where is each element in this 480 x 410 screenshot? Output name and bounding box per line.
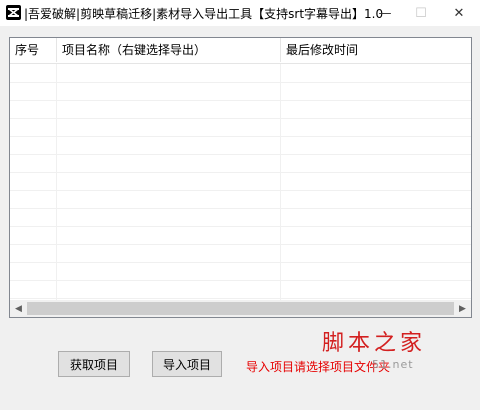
close-button[interactable]: ✕ bbox=[440, 0, 478, 26]
row-gridline bbox=[10, 244, 471, 245]
row-gridline bbox=[10, 262, 471, 263]
minimize-button[interactable]: — bbox=[366, 0, 404, 26]
column-gridline bbox=[56, 64, 57, 300]
row-gridline bbox=[10, 172, 471, 173]
import-hint-text: 导入项目请选择项目文件夹 bbox=[246, 360, 391, 374]
row-gridline bbox=[10, 82, 471, 83]
title-bar: |吾爱破解|剪映草稿迁移|素材导入导出工具【支持srt字幕导出】1.0 — ☐ … bbox=[0, 0, 480, 26]
column-header-project-name[interactable]: 项目名称（右键选择导出） bbox=[57, 38, 280, 63]
project-list[interactable]: 序号 项目名称（右键选择导出） 最后修改时间 ◀ ▶ bbox=[9, 37, 472, 318]
column-header-modified-time[interactable]: 最后修改时间 bbox=[281, 38, 471, 63]
close-icon: ✕ bbox=[453, 5, 465, 21]
maximize-icon: ☐ bbox=[415, 5, 427, 21]
capcut-logo-icon bbox=[6, 5, 21, 20]
row-gridline bbox=[10, 136, 471, 137]
scroll-left-button[interactable]: ◀ bbox=[10, 300, 27, 317]
chevron-right-icon: ▶ bbox=[459, 303, 466, 314]
maximize-button[interactable]: ☐ bbox=[402, 0, 440, 26]
minimize-icon: — bbox=[378, 5, 392, 21]
row-gridline bbox=[10, 280, 471, 281]
column-header-index[interactable]: 序号 bbox=[10, 38, 56, 63]
row-gridline bbox=[10, 100, 471, 101]
scrollbar-thumb[interactable] bbox=[27, 302, 454, 315]
chevron-left-icon: ◀ bbox=[15, 303, 22, 314]
row-gridline bbox=[10, 118, 471, 119]
list-body[interactable] bbox=[10, 64, 471, 300]
import-project-button[interactable]: 导入项目 bbox=[152, 351, 222, 377]
row-gridline bbox=[10, 298, 471, 299]
row-gridline bbox=[10, 226, 471, 227]
watermark-url: 51.net bbox=[372, 358, 414, 371]
scroll-right-button[interactable]: ▶ bbox=[454, 300, 471, 317]
list-header: 序号 项目名称（右键选择导出） 最后修改时间 bbox=[10, 38, 471, 64]
watermark-logo: 脚本之家 bbox=[322, 331, 427, 356]
row-gridline bbox=[10, 154, 471, 155]
horizontal-scrollbar[interactable]: ◀ ▶ bbox=[10, 300, 471, 317]
fetch-projects-button[interactable]: 获取项目 bbox=[58, 351, 130, 377]
window-title: |吾爱破解|剪映草稿迁移|素材导入导出工具【支持srt字幕导出】1.0 bbox=[24, 7, 384, 21]
column-gridline bbox=[280, 64, 281, 300]
row-gridline bbox=[10, 190, 471, 191]
row-gridline bbox=[10, 208, 471, 209]
